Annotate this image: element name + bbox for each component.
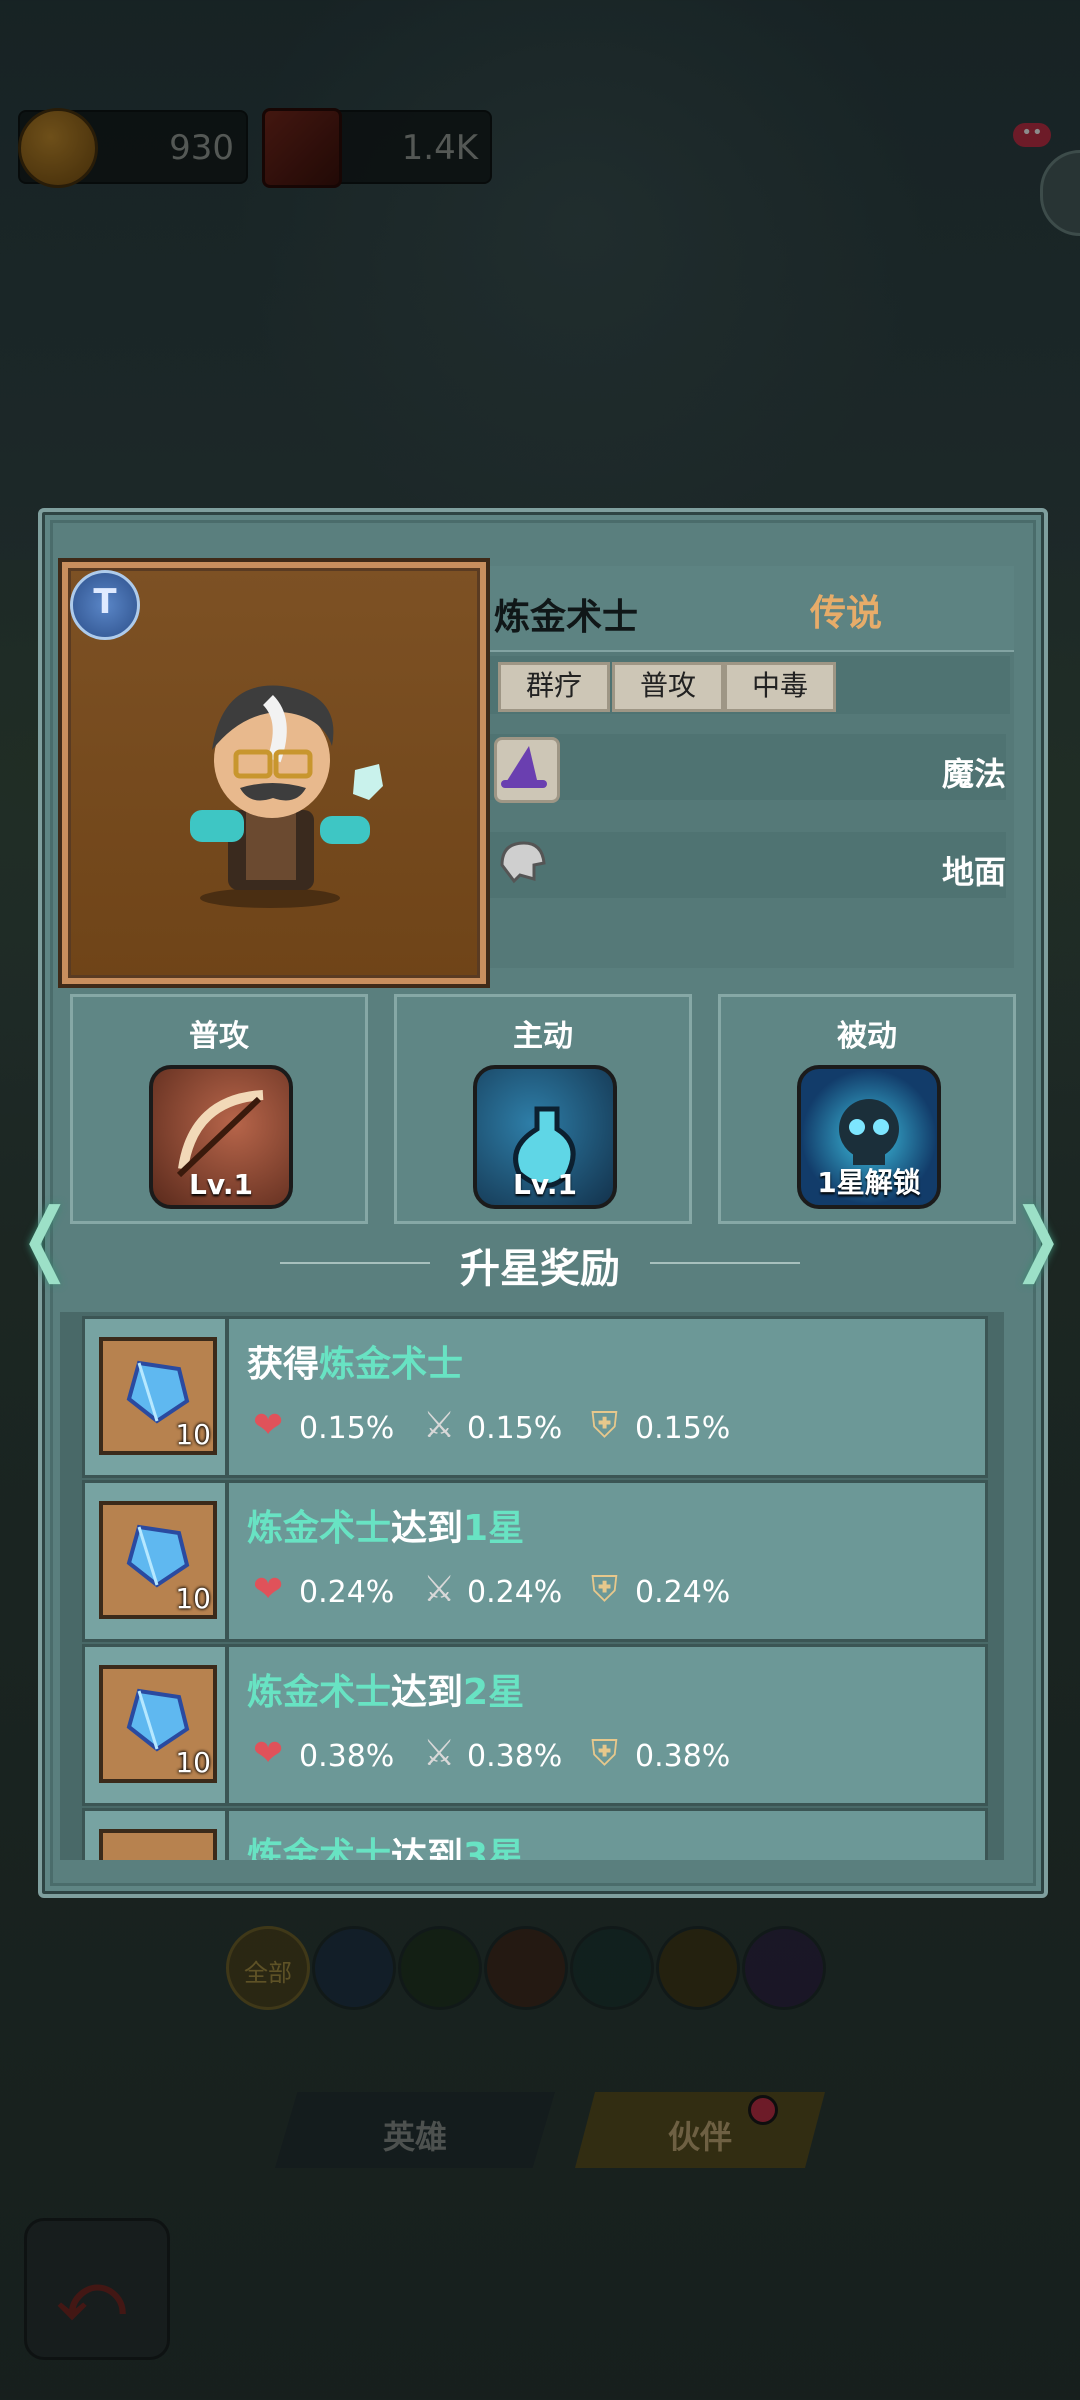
skill-level: Lv.1 — [513, 1168, 577, 1201]
reward-item-cell: 10 — [82, 1644, 228, 1806]
reward-item-cell: 10 — [82, 1316, 228, 1478]
reward-quantity: 10 — [175, 1582, 211, 1615]
hero-name: 炼金术士 — [494, 597, 639, 638]
reward-title: 炼金术士达到1星 — [247, 1508, 525, 1549]
reward-gem[interactable]: 10 — [99, 1337, 217, 1455]
reward-info: 炼金术士达到3星 — [226, 1808, 988, 1860]
reward-item-cell: 10 — [82, 1480, 228, 1642]
hero-tag: 中毒 — [724, 662, 836, 712]
shield-icon: ⛨ — [591, 1569, 619, 1610]
reward-title: 炼金术士达到2星 — [247, 1672, 525, 1713]
shield-icon: ⛨ — [591, 1405, 619, 1446]
skull-icon: 1星解锁 — [797, 1065, 941, 1209]
position-row: 地面 — [490, 832, 1006, 898]
reward-info: 炼金术士达到1星 ❤ 0.24% ⚔ 0.24% ⛨ 0.24% — [226, 1480, 988, 1642]
hammer-icon: T — [70, 570, 140, 640]
shield-icon: ⛨ — [591, 1733, 619, 1774]
skill-normal-attack[interactable]: 普攻 Lv.1 — [70, 994, 368, 1224]
alchemist-character-image — [190, 685, 383, 908]
sword-icon: ⚔ — [423, 1569, 456, 1610]
sword-icon: ⚔ — [423, 1733, 456, 1774]
bow-icon: Lv.1 — [149, 1065, 293, 1209]
position-label: 地面 — [941, 853, 1006, 891]
skill-title: 被动 — [837, 1019, 897, 1054]
heart-icon: ❤ — [253, 1405, 284, 1446]
hero-tag: 群疗 — [498, 662, 610, 712]
skill-passive[interactable]: 被动 1星解锁 — [718, 994, 1016, 1224]
section-title: 升星奖励 — [460, 1246, 620, 1292]
skill-title: 主动 — [513, 1019, 573, 1054]
reward-info: 获得炼金术士 ❤ 0.15% ⚔ 0.15% ⛨ 0.15% — [226, 1316, 988, 1478]
potion-icon: Lv.1 — [473, 1065, 617, 1209]
helmet-icon — [494, 835, 554, 895]
skill-level: 1星解锁 — [817, 1166, 921, 1199]
reward-item-cell — [82, 1808, 228, 1860]
reward-quantity: 10 — [175, 1418, 211, 1451]
skill-active[interactable]: 主动 Lv.1 — [394, 994, 692, 1224]
reward-title: 炼金术士达到3星 — [247, 1836, 525, 1860]
reward-row: 10 获得炼金术士 ❤ 0.15% ⚔ 0.15% ⛨ 0.15% — [82, 1316, 988, 1478]
heart-icon: ❤ — [253, 1569, 284, 1610]
sword-icon: ⚔ — [423, 1405, 456, 1446]
reward-info: 炼金术士达到2星 ❤ 0.38% ⚔ 0.38% ⛨ 0.38% — [226, 1644, 988, 1806]
reward-row: 10 炼金术士达到1星 ❤ 0.24% ⚔ 0.24% ⛨ 0.24% — [82, 1480, 988, 1642]
star-reward-list[interactable]: 10 获得炼金术士 ❤ 0.15% ⚔ 0.15% ⛨ 0.15% 10 炼金术士达到… — [60, 1312, 1004, 1860]
reward-quantity: 10 — [175, 1746, 211, 1779]
reward-gem[interactable]: 10 — [99, 1665, 217, 1783]
hero-rarity: 传说 — [810, 593, 883, 634]
skill-title: 普攻 — [189, 1019, 249, 1054]
hero-tag: 普攻 — [612, 662, 724, 712]
reward-row: 炼金术士达到3星 — [82, 1808, 988, 1860]
heart-icon: ❤ — [253, 1733, 284, 1774]
reward-gem[interactable]: 10 — [99, 1501, 217, 1619]
reward-row: 10 炼金术士达到2星 ❤ 0.38% ⚔ 0.38% ⛨ 0.38% — [82, 1644, 988, 1806]
attack-type-row: 魔法 — [490, 734, 1006, 803]
title-divider-right — [650, 1262, 800, 1264]
reward-gem[interactable] — [99, 1829, 217, 1860]
attack-type-label: 魔法 — [941, 755, 1006, 793]
reward-title: 获得炼金术士 — [247, 1344, 464, 1385]
skill-level: Lv.1 — [189, 1168, 253, 1201]
wizard-hat-icon — [494, 737, 560, 803]
